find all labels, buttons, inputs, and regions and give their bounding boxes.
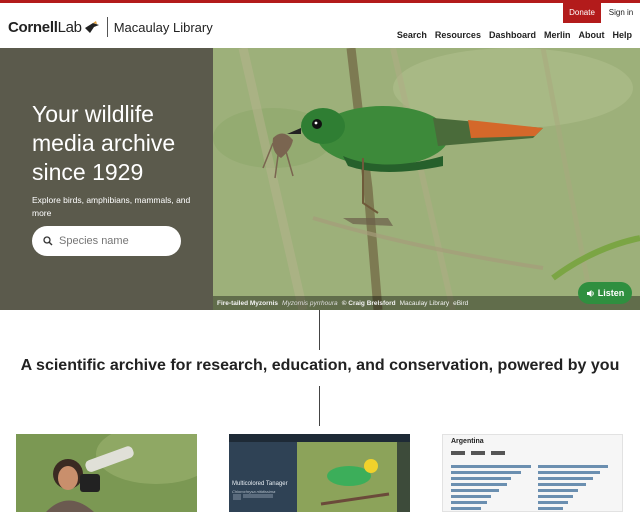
hero-title: Your wildlife media archive since 1929 (32, 101, 176, 185)
donate-button[interactable]: Donate (563, 3, 601, 23)
photo-scientific-name: Myzornis pyrrhoura (282, 299, 338, 307)
species-search-box[interactable] (32, 226, 181, 256)
logo-lab-text: Lab (57, 18, 82, 36)
listen-label: Listen (597, 288, 625, 298)
bird-logo-icon (84, 21, 99, 33)
bird-photo-illustration (213, 48, 640, 310)
card3-region-title: Argentina (451, 438, 484, 445)
card-dashboard[interactable]: Argentina (442, 434, 623, 512)
nav-item-merlin[interactable]: Merlin (544, 30, 571, 40)
photo-credit: © Craig Brelsford (341, 299, 396, 307)
search-icon (43, 236, 53, 246)
listen-button[interactable]: Listen (578, 282, 632, 304)
nav-item-help[interactable]: Help (612, 30, 632, 40)
card2-species-title: Multicolored Tanager (232, 481, 288, 487)
logo-divider (106, 17, 108, 37)
nav-item-about[interactable]: About (578, 30, 604, 40)
photo-source-ebird[interactable]: eBird (453, 300, 468, 307)
card2-species-sci: Chlorochrysa nitidissima (232, 489, 276, 494)
card-photographer[interactable] (16, 434, 197, 512)
divider-line-top (319, 310, 320, 350)
nav-item-search[interactable]: Search (397, 30, 427, 40)
tagline: A scientific archive for research, educa… (20, 357, 620, 374)
logo-cornell-text: Cornell (8, 18, 58, 36)
hero-subtitle: Explore birds, amphibians, mammals, and … (32, 195, 191, 218)
photo-caption-bar: Fire-tailed Myzornis Myzornis pyrrhoura … (213, 296, 640, 310)
nav-item-dashboard[interactable]: Dashboard (489, 30, 536, 40)
hero-bird-photo (213, 48, 640, 310)
speaker-icon (586, 289, 594, 297)
photo-common-name[interactable]: Fire-tailed Myzornis (217, 300, 278, 307)
site-logo[interactable]: Cornell Lab Macaulay Library (8, 17, 213, 37)
nav-item-resources[interactable]: Resources (435, 30, 481, 40)
divider-line-bottom (319, 386, 320, 426)
species-page-screenshot (229, 434, 410, 512)
photo-source-macaulay[interactable]: Macaulay Library (400, 300, 450, 307)
dashboard-screenshot (451, 451, 608, 510)
main-nav: Search Resources Dashboard Merlin About … (389, 30, 632, 40)
photographer-image (16, 434, 197, 512)
signin-link[interactable]: Sign in (604, 3, 638, 23)
card-species-page[interactable]: Multicolored Tanager Chlorochrysa nitidi… (229, 434, 410, 512)
logo-macaulay-text: Macaulay Library (113, 19, 213, 35)
species-search-input[interactable] (59, 235, 169, 247)
site-header: Cornell Lab Macaulay Library Donate Sign … (0, 3, 640, 48)
